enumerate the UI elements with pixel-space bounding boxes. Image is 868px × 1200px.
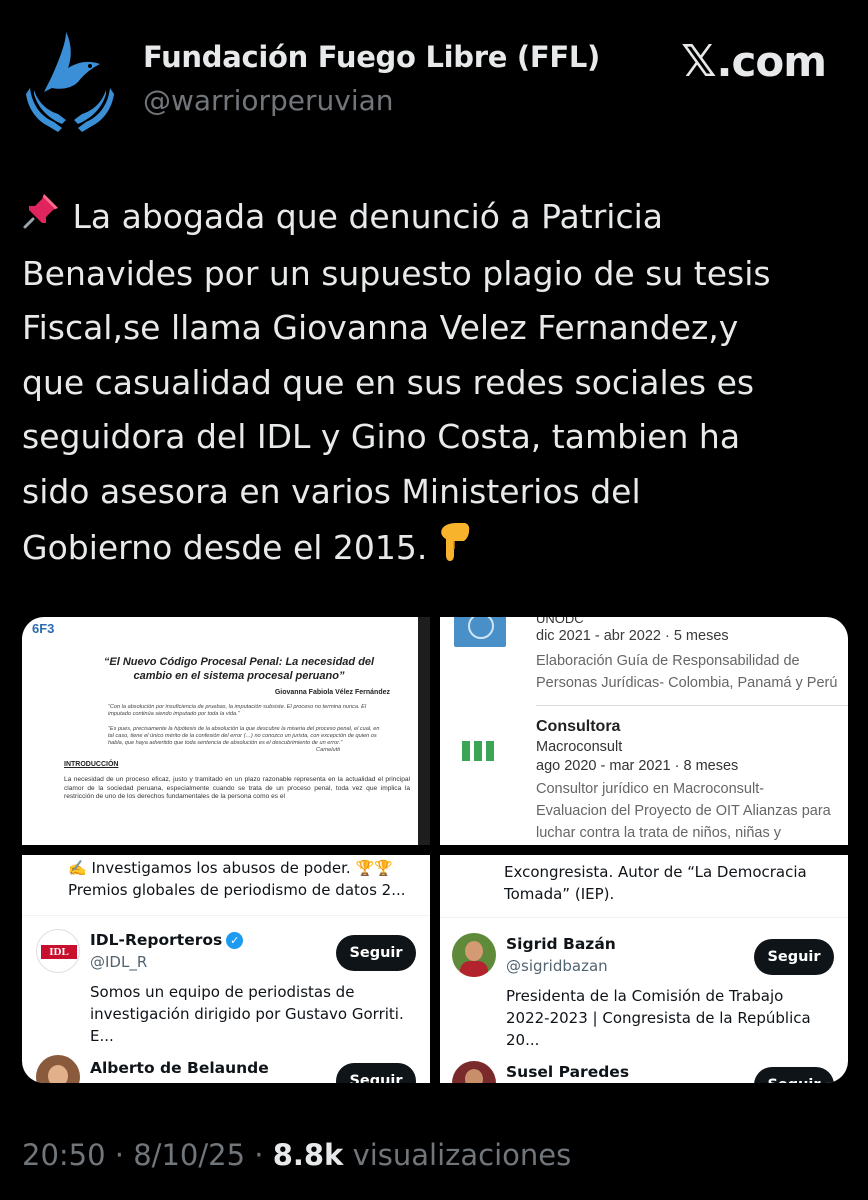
experience-org: UNODC [536,617,584,626]
media-collage[interactable]: 6F3 “El Nuevo Código Procesal Penal: La … [22,617,848,1083]
experience-description: Personas Jurídicas- Colombia, Panamá y P… [536,675,838,691]
experience-org: Macroconsult [536,739,623,755]
account-name[interactable]: Alberto de Belaunde [90,1059,269,1077]
un-logo-icon [454,617,506,647]
author-avatar[interactable] [22,28,118,134]
follow-button[interactable]: Seguir [754,939,834,975]
account-handle: @sigridbazan [506,957,608,975]
account-bio-line: 2022-2023 | Congresista de la República … [506,1009,811,1049]
account-bio-line: investigación dirigido por Gustavo Gorri… [90,1005,404,1045]
follow-button[interactable]: Seguir [754,1067,834,1083]
x-logo-icon: 𝕏 [681,36,716,87]
divider [22,915,430,916]
experience-description: luchar contra la trata de niños, niñas y [536,825,782,841]
tweet-date[interactable]: 8/10/25 [133,1138,245,1172]
account-name-text: IDL-Reporteros [90,931,223,949]
previous-bio-line: Premios globales de periodismo de datos … [68,881,406,899]
account-name[interactable]: Sigrid Bazán [506,935,616,953]
pointing-down-emoji [438,519,472,580]
document-author: Giovanna Fabiola Vélez Fernández [274,689,390,696]
document-scrollbar [418,617,430,845]
previous-bio-line: Excongresista. Autor de “La Democracia [504,863,807,881]
alberto-de-belaunde-avatar[interactable] [36,1055,80,1083]
document-tag: 6F3 [32,621,55,636]
follow-list: Excongresista. Autor de “La Democracia T… [440,855,848,1083]
dove-hands-icon [26,32,114,132]
experience-description: Consultor jurídico en Macroconsult- [536,781,765,797]
follow-button[interactable]: Seguir [336,935,416,971]
document-paragraph: La necesidad de un proceso eficaz, justo… [64,776,410,801]
document-quote: “Es pues, precisamente la hipótesis de l… [108,726,380,746]
tweet-meta: 20:50 · 8/10/25 · 8.8k visualizaciones [22,1138,571,1172]
account-name[interactable]: IDL-Reporteros ✓ [90,931,244,949]
idl-reporteros-avatar[interactable]: IDL [36,929,80,973]
experience-role: Consultora [536,718,621,735]
previous-bio: ✍️ Investigamos los abusos de poder. 🏆🏆 … [68,857,406,901]
account-bio-line: Somos un equipo de periodistas de [90,983,355,1001]
experience-dates: ago 2020 - mar 2021 · 8 meses [536,758,739,774]
media-follows-left[interactable]: ✍️ Investigamos los abusos de poder. 🏆🏆 … [22,855,430,1083]
author-handle[interactable]: @warriorperuvian [143,84,394,117]
experience-description: Evaluacion del Proyecto de OIT Alianzas … [536,803,831,819]
previous-bio-line: Tomada” (IEP). [504,885,615,903]
account-bio-line: Presidenta de la Comisión de Trabajo [506,987,784,1005]
meta-separator: · [254,1138,264,1172]
meta-separator: · [114,1138,125,1172]
account-bio: Presidenta de la Comisión de Trabajo 202… [506,985,848,1051]
views-label: visualizaciones [352,1138,572,1172]
experience-list: UNODC dic 2021 - abr 2022 · 5 meses Elab… [440,617,848,845]
tweet-time[interactable]: 20:50 [22,1138,106,1172]
document-title-line: “El Nuevo Código Procesal Penal: La nece… [103,656,375,668]
tweet-body: La abogada que denunció a Patricia Benav… [22,197,771,567]
account-name[interactable]: Susel Paredes [506,1063,629,1081]
sigrid-bazan-avatar[interactable] [452,933,496,977]
document-intro-heading: INTRODUCCIÓN [64,761,119,768]
document-quote-author: Carnelutti [316,747,340,753]
divider [536,705,848,706]
experience-description: Elaboración Guía de Responsabilidad de [536,653,800,669]
account-handle: @IDL_R [90,953,148,971]
media-document-thesis[interactable]: 6F3 “El Nuevo Código Procesal Penal: La … [22,617,430,845]
media-follows-right[interactable]: Excongresista. Autor de “La Democracia T… [440,855,848,1083]
tweet-text: La abogada que denunció a Patricia Benav… [22,190,852,580]
follow-button[interactable]: Seguir [336,1063,416,1083]
document-quote: “Con la absolución por insuficiencia de … [108,704,367,717]
susel-paredes-avatar[interactable] [452,1061,496,1083]
experience-dates: dic 2021 - abr 2022 · 5 meses [536,628,729,644]
account-bio: Somos un equipo de periodistas de invest… [90,981,430,1047]
follow-list: ✍️ Investigamos los abusos de poder. 🏆🏆 … [22,855,430,1083]
account-name-text: Susel Paredes [506,1063,630,1081]
previous-bio: Excongresista. Autor de “La Democracia T… [504,861,807,905]
media-linkedin-experience[interactable]: UNODC dic 2021 - abr 2022 · 5 meses Elab… [440,617,848,845]
brand-logo: 𝕏 .com [681,36,827,87]
macroconsult-logo-icon [462,741,494,761]
brand-label: .com [716,37,827,86]
previous-bio-line: ✍️ Investigamos los abusos de poder. 🏆🏆 [68,859,393,877]
document-title: “El Nuevo Código Procesal Penal: La nece… [68,655,410,683]
idl-logo: IDL [41,945,77,959]
document-title-line: cambio en el sistema procesal peruano” [133,670,345,682]
pushpin-emoji [22,190,62,247]
verified-badge-icon: ✓ [226,931,244,949]
account-name-text: Alberto de Belaunde [90,1059,269,1077]
views-count[interactable]: 8.8k [273,1138,344,1172]
author-name[interactable]: Fundación Fuego Libre (FFL) [143,40,600,74]
divider [440,917,848,918]
document-body: “El Nuevo Código Procesal Penal: La nece… [64,655,410,802]
account-name-text: Sigrid Bazán [506,935,616,953]
